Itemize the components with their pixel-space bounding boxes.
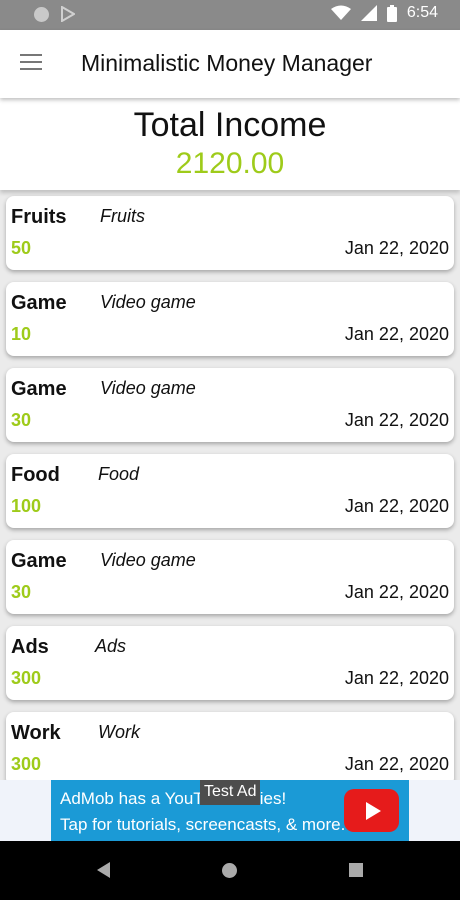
notification-circle-icon [34, 6, 49, 22]
transaction-category: Game [11, 378, 67, 400]
transaction-card[interactable]: Ads Ads 300 Jan 22, 2020 [6, 626, 454, 700]
transaction-date: Jan 22, 2020 [344, 582, 449, 602]
status-time: 6:54 [406, 4, 438, 21]
transaction-card[interactable]: Work Work 300 Jan 22, 2020 [6, 712, 454, 780]
recents-icon[interactable] [349, 863, 363, 877]
summary-label: Total Income [133, 106, 327, 144]
transaction-description: Video game [100, 292, 196, 312]
transaction-amount: 30 [11, 582, 32, 602]
back-icon[interactable] [97, 862, 110, 878]
transaction-amount: 300 [11, 668, 42, 688]
play-store-icon [61, 6, 75, 22]
transaction-amount: 10 [11, 324, 32, 344]
transaction-description: Food [98, 464, 140, 484]
home-icon[interactable] [222, 863, 237, 878]
youtube-play-icon[interactable] [344, 789, 399, 832]
transaction-description: Video game [100, 550, 196, 570]
system-nav-bar [0, 841, 460, 900]
transaction-category: Work [11, 722, 61, 744]
transaction-date: Jan 22, 2020 [344, 754, 449, 774]
signal-icon [360, 5, 377, 21]
status-bar: 6:54 [0, 0, 460, 30]
income-summary: Total Income 2120.00 [0, 98, 460, 190]
transaction-amount: 30 [11, 410, 32, 430]
transaction-category: Ads [11, 636, 49, 658]
hamburger-menu-icon[interactable] [20, 54, 42, 72]
transaction-date: Jan 22, 2020 [344, 238, 449, 258]
transaction-date: Jan 22, 2020 [344, 668, 449, 688]
transaction-category: Game [11, 550, 67, 572]
transaction-card[interactable]: Food Food 100 Jan 22, 2020 [6, 454, 454, 528]
app-title: Minimalistic Money Manager [81, 50, 373, 76]
transaction-description: Fruits [100, 206, 145, 226]
transaction-card[interactable]: Game Video game 30 Jan 22, 2020 [6, 540, 454, 614]
wifi-icon [330, 5, 351, 20]
transaction-amount: 300 [11, 754, 42, 774]
battery-icon [386, 4, 397, 22]
transaction-category: Fruits [11, 206, 67, 228]
test-ad-label: Test Ad [200, 780, 261, 805]
transaction-date: Jan 22, 2020 [344, 410, 449, 430]
transaction-amount: 50 [11, 238, 32, 258]
transaction-card[interactable]: Game Video game 30 Jan 22, 2020 [6, 368, 454, 442]
transaction-list[interactable]: Fruits Fruits 50 Jan 22, 2020 Game Video… [0, 190, 460, 780]
transaction-card[interactable]: Game Video game 10 Jan 22, 2020 [6, 282, 454, 356]
transaction-card[interactable]: Fruits Fruits 50 Jan 22, 2020 [6, 196, 454, 270]
app-bar: Minimalistic Money Manager [0, 30, 460, 98]
ad-subline: Tap for tutorials, screencasts, & more. [60, 815, 346, 834]
transaction-description: Work [98, 722, 140, 742]
transaction-date: Jan 22, 2020 [344, 496, 449, 516]
transaction-amount: 100 [11, 496, 42, 516]
transaction-description: Ads [95, 636, 127, 656]
transaction-category: Game [11, 292, 67, 314]
transaction-date: Jan 22, 2020 [344, 324, 449, 344]
transaction-description: Video game [100, 378, 196, 398]
transaction-category: Food [11, 464, 60, 486]
summary-total: 2120.00 [175, 147, 285, 180]
